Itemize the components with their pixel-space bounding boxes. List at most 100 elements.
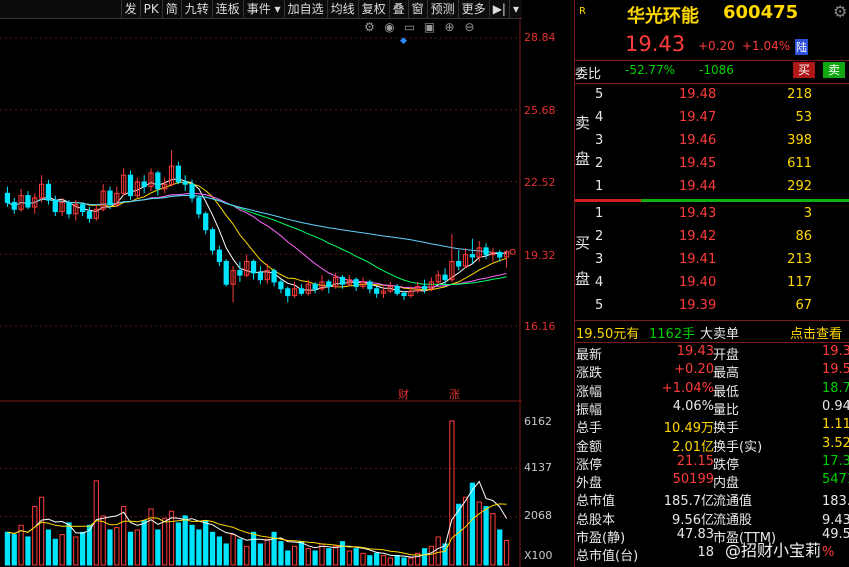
- volume-bar: [353, 548, 359, 566]
- candle-body: [11, 201, 17, 210]
- stat-label: 总股本: [576, 512, 616, 528]
- weibi-label: 委比: [575, 67, 602, 82]
- price-tick: 28.84: [524, 31, 556, 44]
- stat-value: 47.83: [676, 527, 714, 542]
- sell-button[interactable]: 卖: [823, 62, 845, 78]
- bid-row[interactable]: 1 19.43 3: [575, 204, 849, 226]
- volume-bar: [107, 529, 113, 566]
- toolbar-button[interactable]: 复权: [357, 0, 389, 18]
- volume-bar: [421, 548, 428, 566]
- book-volume: 218: [787, 87, 812, 102]
- ask-row[interactable]: 2 19.45 611: [575, 154, 849, 176]
- quote-panel: R 华光环能 600475 ⚙ 19.43 +0.20 +1.04% 陆 委比 …: [574, 0, 849, 567]
- volume-bar: [305, 548, 311, 566]
- stat-label: 最新: [576, 348, 603, 363]
- big-order-price: 19.50元有: [576, 327, 640, 342]
- volume-bar: [230, 534, 236, 566]
- bid-row[interactable]: 4 19.40 117: [575, 273, 849, 295]
- toolbar-button[interactable]: 更多: [457, 0, 489, 18]
- book-price: 19.44: [679, 179, 717, 194]
- toolbar-button[interactable]: 九转: [180, 0, 212, 18]
- weibi-pct: -52.77%: [625, 63, 676, 77]
- stat-label: 量比: [713, 402, 740, 418]
- ask-row[interactable]: 3 19.46 398: [575, 131, 849, 153]
- bid-ratio-bar: [641, 199, 849, 202]
- finance-event-tag[interactable]: 财: [398, 386, 409, 402]
- volume-bar: [52, 538, 58, 566]
- toolbar-button[interactable]: 简: [161, 0, 181, 18]
- big-order-qty: 1162手: [649, 327, 696, 342]
- toolbar-button[interactable]: 发: [120, 0, 140, 18]
- candle-body: [4, 192, 11, 203]
- toolbar-button[interactable]: 预测: [426, 0, 458, 18]
- volume-bar: [209, 531, 216, 566]
- settings-icon[interactable]: ⚙: [833, 2, 847, 21]
- book-price: 19.45: [679, 156, 717, 171]
- toolbar-button[interactable]: 窗: [407, 0, 427, 18]
- big-order-link[interactable]: 点击查看: [790, 323, 842, 342]
- bid-row[interactable]: 2 19.42 86: [575, 227, 849, 249]
- ask-row[interactable]: 1 19.44 292: [575, 177, 849, 199]
- candle-body: [237, 270, 243, 276]
- r-marker: R: [579, 6, 586, 17]
- ask-row[interactable]: 4 19.47 53: [575, 108, 849, 130]
- buy-button[interactable]: 买: [793, 62, 815, 78]
- volume-bar: [387, 557, 393, 566]
- stat-value: 183.2亿: [822, 494, 849, 510]
- toolbar-button[interactable]: ▶|: [488, 0, 509, 18]
- book-volume: 3: [803, 206, 812, 221]
- bid-row[interactable]: 3 19.41 213: [575, 250, 849, 272]
- volume-bar: [11, 534, 17, 566]
- candle-body: [45, 183, 52, 201]
- price-change-pct: +1.04%: [742, 39, 791, 53]
- stat-label: 振幅: [576, 402, 603, 418]
- volume-bar: [319, 543, 325, 566]
- toolbar-button[interactable]: PK: [139, 0, 162, 18]
- candle-body: [155, 172, 161, 190]
- volume-bar: [278, 541, 284, 566]
- ask-row[interactable]: 5 19.48 218: [575, 85, 849, 107]
- book-price: 19.46: [679, 133, 717, 148]
- candle-body: [250, 260, 257, 274]
- volume-tick: 2068: [524, 509, 552, 522]
- stat-label: 流通值: [713, 494, 753, 510]
- toolbar-button[interactable]: 叠: [388, 0, 408, 18]
- stat-value: 2.01亿: [672, 439, 714, 455]
- stat-label: 涨停: [576, 457, 603, 473]
- volume-bar: [271, 531, 277, 566]
- stat-value: 49.58: [822, 527, 849, 542]
- candle-body: [52, 199, 58, 213]
- volume-bar: [4, 531, 11, 566]
- book-volume: 53: [795, 110, 812, 125]
- candle-body: [312, 283, 318, 290]
- volume-bar: [175, 522, 181, 566]
- toolbar-button[interactable]: 均线: [326, 0, 358, 18]
- volume-bar: [38, 496, 45, 566]
- volume-bar: [285, 550, 291, 566]
- toolbar-button[interactable]: 加自选: [283, 0, 327, 18]
- volume-bar: [203, 520, 209, 566]
- limit-up-event-tag[interactable]: 涨: [449, 386, 460, 402]
- book-price: 19.48: [679, 87, 717, 102]
- toolbar-button[interactable]: 事件 ▾: [242, 0, 284, 18]
- kline-chart[interactable]: [0, 18, 522, 567]
- candle-body: [421, 285, 428, 290]
- weibi-diff: -1086: [699, 63, 734, 77]
- stat-value: +1.04%: [661, 380, 714, 396]
- toolbar-button[interactable]: ▾: [508, 0, 522, 18]
- stats-table: 最新 19.43 涨跌 +0.20 涨幅 +1.04% 振幅 4.06% 总手 10.49万 金额 2…: [575, 344, 849, 567]
- volume-bar: [32, 506, 38, 566]
- bid-row[interactable]: 5 19.39 67: [575, 296, 849, 318]
- stat-value: 18: [697, 545, 714, 561]
- book-volume: 86: [795, 229, 812, 244]
- stat-value: 4.06%: [672, 398, 714, 414]
- book-price: 19.43: [679, 206, 717, 221]
- price-tick: 16.16: [524, 320, 556, 333]
- volume-bar: [394, 555, 400, 566]
- volume-bar: [168, 510, 175, 566]
- candle-body: [216, 249, 223, 262]
- volume-tick: 4137: [524, 461, 552, 474]
- volume-bar: [490, 513, 496, 566]
- stat-label: 内盘: [713, 476, 740, 492]
- toolbar-button[interactable]: 连板: [211, 0, 243, 18]
